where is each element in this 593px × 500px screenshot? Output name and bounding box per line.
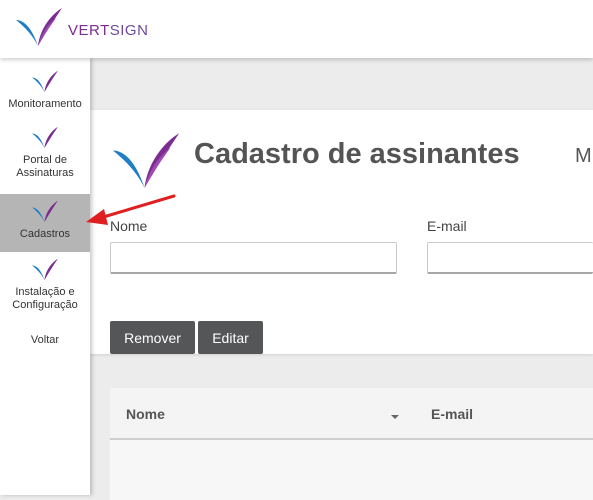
email-field-label: E-mail bbox=[427, 218, 467, 234]
column-header-email[interactable]: E-mail bbox=[431, 406, 473, 422]
sort-caret-icon[interactable] bbox=[391, 415, 399, 419]
page-title: Cadastro de assinantes bbox=[194, 138, 520, 170]
column-header-nome[interactable]: Nome bbox=[126, 406, 165, 422]
top-bar: VERTSIGN bbox=[0, 0, 593, 58]
email-input[interactable] bbox=[427, 242, 593, 274]
sidebar-item-cadastros[interactable]: Cadastros bbox=[0, 194, 90, 252]
vertsign-icon bbox=[32, 126, 58, 149]
name-input[interactable] bbox=[110, 242, 397, 274]
sidebar-item-voltar[interactable]: Voltar bbox=[0, 334, 90, 350]
register-card: Cadastro de assinantes M Nome E-mail bbox=[90, 110, 593, 354]
vertsign-logo-icon bbox=[112, 133, 180, 188]
sidebar-item-monitoramento[interactable]: Monitoramento bbox=[0, 68, 90, 116]
sidebar-item-label: Voltar bbox=[30, 334, 60, 346]
sidebar-item-label: Cadastros bbox=[19, 228, 71, 240]
vertsign-icon bbox=[32, 200, 58, 223]
main-content: Cadastro de assinantes M Nome E-mail Rem… bbox=[90, 58, 593, 500]
vertsign-logo-icon bbox=[16, 8, 62, 46]
sidebar-item-portal-de-assinaturas[interactable]: Portal de Assinaturas bbox=[0, 124, 90, 186]
sidebar-item-label: Portal de Assinaturas bbox=[16, 154, 74, 179]
sidebar-item-label: Monitoramento bbox=[8, 98, 82, 110]
table-body bbox=[110, 440, 593, 500]
truncated-header-text: M bbox=[575, 145, 592, 167]
brand-logo[interactable]: VERTSIGN bbox=[14, 6, 148, 50]
remove-button[interactable]: Remover bbox=[110, 321, 195, 354]
name-field-label: Nome bbox=[110, 218, 148, 234]
edit-button[interactable]: Editar bbox=[198, 321, 263, 354]
table-header: Nome E-mail bbox=[110, 388, 593, 440]
sidebar-item-label: Instalação e Configuração bbox=[12, 286, 78, 311]
sidebar: Monitoramento Portal de Assinaturas Cada… bbox=[0, 58, 90, 495]
vertsign-icon bbox=[32, 258, 58, 281]
card-logo bbox=[110, 130, 182, 199]
brand-name: VERTSIGN bbox=[68, 21, 149, 39]
sidebar-item-instalacao-e-configuracao[interactable]: Instalação e Configuração bbox=[0, 256, 90, 318]
vertsign-icon bbox=[32, 70, 58, 93]
